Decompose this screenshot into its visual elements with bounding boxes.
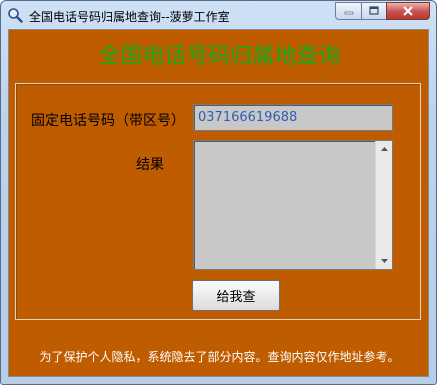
query-button[interactable]: 给我查 [192,280,280,311]
result-label: 结果 [136,157,164,173]
client-area: 全国电话号码归属地查询 固定电话号码（带区号） 结果 给我查 为了保护个人隐私，… [8,29,429,377]
scroll-down-arrow[interactable] [376,253,392,269]
app-window: 全国电话号码归属地查询--菠萝工作室 全国电话号码归属地查询 固定电话号码（带区… [0,0,437,385]
window-controls [335,2,430,21]
privacy-notice: 为了保护个人隐私，系统隐去了部分内容。查询内容仅作地址参考。 [39,350,400,364]
minimize-icon [344,11,353,15]
chevron-up-icon [380,147,388,151]
maximize-button[interactable] [361,2,386,20]
close-icon [403,6,413,16]
result-scrollbar[interactable] [375,141,392,269]
maximize-icon [369,6,379,15]
page-heading: 全国电话号码归属地查询 [98,44,341,69]
result-textarea[interactable] [193,140,393,270]
magnifier-icon [7,7,23,23]
minimize-button[interactable] [335,2,361,20]
phone-label: 固定电话号码（带区号） [31,113,185,129]
window-title: 全国电话号码归属地查询--菠萝工作室 [29,10,230,24]
title-bar[interactable]: 全国电话号码归属地查询--菠萝工作室 [1,1,436,29]
scroll-up-arrow[interactable] [376,141,392,157]
close-button[interactable] [386,2,430,20]
phone-input[interactable] [193,104,393,131]
chevron-down-icon [380,259,388,263]
result-text [198,145,372,265]
